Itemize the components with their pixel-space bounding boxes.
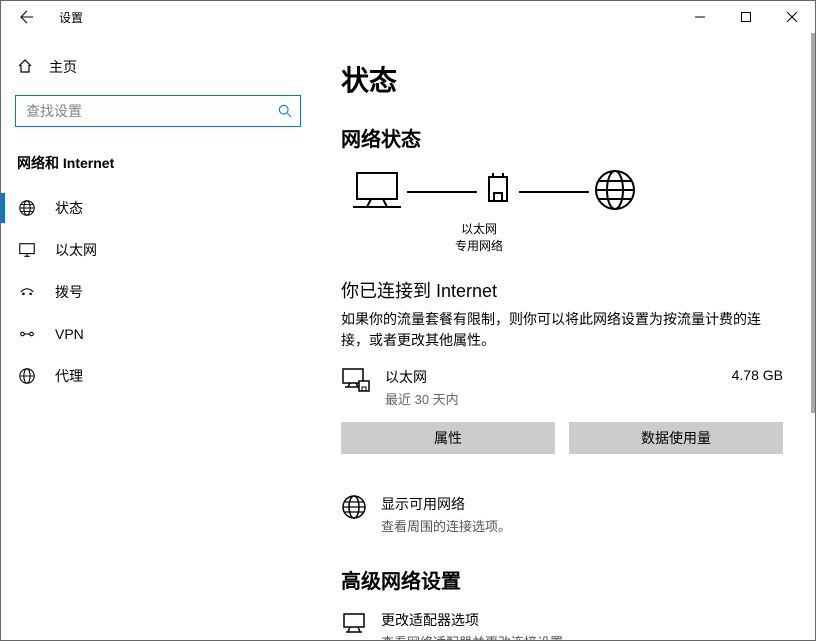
usage-period: 最近 30 天内 [385, 389, 720, 408]
usage-amount: 4.78 GB [732, 367, 783, 383]
main-panel: 状态 网络状态 以太网 专用网络 你已连接到 Internet [309, 33, 815, 640]
search-container [1, 85, 309, 135]
sidebar-item-label: 以太网 [55, 240, 97, 260]
page-title: 状态 [341, 59, 783, 99]
router-icon [481, 169, 515, 214]
sidebar-item-label: 状态 [55, 198, 83, 218]
show-networks-title: 显示可用网络 [381, 494, 511, 514]
sidebar-item-ethernet[interactable]: 以太网 [1, 229, 309, 271]
button-row: 属性 数据使用量 [341, 422, 783, 454]
globe-icon [17, 199, 37, 217]
scrollbar-thumb[interactable] [811, 33, 815, 413]
monitor-icon [17, 241, 37, 259]
close-icon [787, 12, 797, 22]
computer-icon [351, 169, 403, 214]
sidebar-category: 网络和 Internet [1, 135, 309, 187]
minimize-icon [695, 12, 705, 22]
properties-button[interactable]: 属性 [341, 422, 555, 454]
diagram-line [407, 191, 477, 193]
search-input[interactable] [24, 102, 278, 120]
sidebar-item-label: VPN [55, 326, 84, 342]
usage-text: 以太网 最近 30 天内 [385, 367, 720, 408]
search-box[interactable] [15, 95, 301, 127]
adapter-options-title: 更改适配器选项 [381, 610, 576, 630]
sidebar: 主页 网络和 Internet 状态 [1, 33, 309, 640]
home-icon [17, 58, 33, 77]
section-advanced: 高级网络设置 [341, 565, 783, 594]
maximize-button[interactable] [723, 2, 769, 32]
proxy-globe-icon [17, 367, 37, 385]
titlebar: 设置 [1, 1, 815, 33]
usage-row: 以太网 最近 30 天内 4.78 GB [341, 367, 783, 408]
show-networks-desc: 查看周围的连接选项。 [381, 516, 511, 535]
internet-globe-icon [593, 168, 637, 215]
show-networks-link[interactable]: 显示可用网络 查看周围的连接选项。 [341, 494, 783, 535]
diagram-private-label: 专用网络 [439, 238, 519, 255]
adapter-icon [341, 610, 367, 639]
maximize-icon [741, 12, 751, 22]
home-button[interactable]: 主页 [1, 49, 309, 85]
network-diagram [351, 168, 783, 215]
sidebar-item-vpn[interactable]: VPN [1, 313, 309, 355]
sidebar-item-label: 拨号 [55, 282, 83, 302]
close-button[interactable] [769, 2, 815, 32]
diagram-labels: 以太网 专用网络 [439, 221, 519, 255]
adapter-options-desc: 查看网络适配器并更改连接设置。 [381, 632, 576, 640]
back-button[interactable] [13, 3, 41, 31]
back-arrow-icon [20, 10, 34, 24]
connected-description: 如果你的流量套餐有限制，则你可以将此网络设置为按流量计费的连接，或者更改其他属性… [341, 309, 783, 351]
content-area: 主页 网络和 Internet 状态 [1, 33, 815, 640]
sidebar-item-proxy[interactable]: 代理 [1, 355, 309, 397]
search-icon [278, 104, 292, 118]
vpn-icon [17, 325, 37, 343]
dialup-icon [17, 283, 37, 301]
sidebar-nav: 状态 以太网 拨号 V [1, 187, 309, 397]
diagram-ethernet-label: 以太网 [439, 221, 519, 238]
data-usage-button[interactable]: 数据使用量 [569, 422, 783, 454]
sidebar-item-dialup[interactable]: 拨号 [1, 271, 309, 313]
diagram-line [519, 191, 589, 193]
settings-window: 设置 主页 网络和 Int [0, 0, 816, 641]
window-title: 设置 [59, 9, 83, 26]
section-network-status: 网络状态 [341, 123, 783, 152]
usage-name: 以太网 [385, 367, 720, 387]
minimize-button[interactable] [677, 2, 723, 32]
adapter-options-link[interactable]: 更改适配器选项 查看网络适配器并更改连接设置。 [341, 610, 783, 640]
sidebar-item-status[interactable]: 状态 [1, 187, 309, 229]
home-label: 主页 [49, 57, 77, 77]
wifi-globe-icon [341, 494, 367, 523]
scrollbar[interactable] [810, 33, 815, 640]
connected-title: 你已连接到 Internet [341, 277, 783, 303]
sidebar-item-label: 代理 [55, 366, 83, 386]
ethernet-usage-icon [341, 367, 373, 400]
